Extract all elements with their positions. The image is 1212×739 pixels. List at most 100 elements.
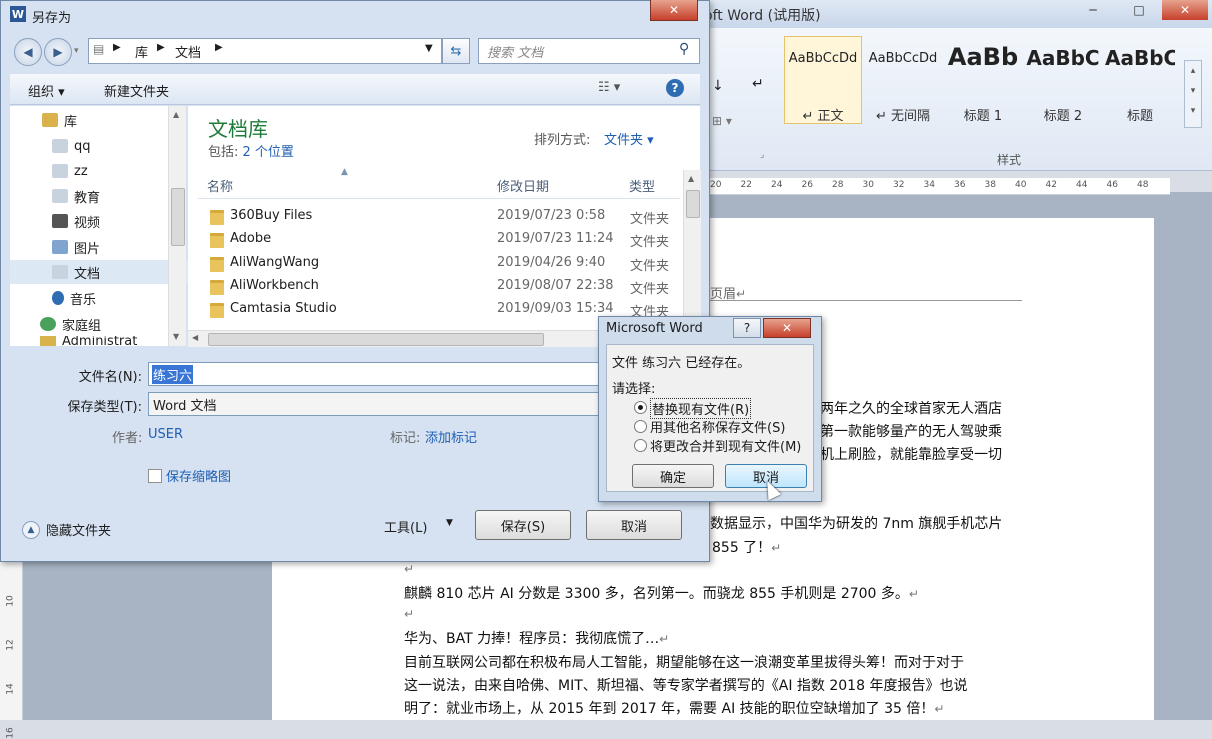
table-row[interactable]: AliWorkbench 2019/08/07 22:38 文件夹 — [206, 276, 682, 299]
dialog-launcher-icon[interactable]: ⌟ — [760, 150, 764, 160]
back-icon[interactable]: ◀ — [14, 38, 42, 66]
dialog-title: 另存为 — [32, 11, 72, 26]
scroll-up-icon[interactable]: ▲ — [173, 110, 179, 119]
paragraph-mark-icon: ↵ — [404, 562, 415, 576]
locations-link[interactable]: 2 个位置 — [243, 145, 294, 160]
file-name: Adobe — [230, 231, 272, 246]
ruler-number: 12 — [5, 639, 16, 651]
ruler-number: 34 — [923, 180, 935, 190]
filetype-select[interactable]: Word 文档 — [148, 392, 604, 416]
breadcrumb-library[interactable]: 库 — [135, 42, 148, 61]
new-folder-button[interactable]: 新建文件夹 — [104, 81, 169, 100]
scroll-left-icon[interactable]: ◀ — [192, 333, 198, 342]
breadcrumb-documents[interactable]: 文档 — [175, 42, 201, 61]
navigation-pane: 库 qq zz 教育 视频 图片 文档 音乐 家庭组 Administrat — [10, 106, 208, 346]
table-row[interactable]: Adobe 2019/07/23 11:24 文件夹 — [206, 229, 682, 252]
refresh-icon[interactable]: ⇆ — [442, 38, 470, 64]
minimize-icon[interactable]: ─ — [1070, 0, 1116, 20]
help-icon[interactable]: ? — [733, 318, 761, 338]
document-icon — [52, 164, 68, 178]
save-thumbnail-checkbox[interactable] — [148, 469, 162, 483]
view-options-icon[interactable]: ☷ ▾ — [598, 80, 620, 95]
option-replace[interactable]: 替换现有文件(R) — [632, 398, 802, 419]
file-type: 文件夹 — [630, 282, 670, 297]
help-icon[interactable]: ? — [666, 79, 684, 97]
ruler-number: 42 — [1045, 180, 1057, 190]
save-thumbnail-label[interactable]: 保存缩略图 — [166, 466, 231, 485]
recent-pages-icon[interactable]: ▾ — [74, 46, 79, 56]
scroll-thumb[interactable] — [171, 188, 185, 246]
close-icon[interactable]: ✕ — [650, 0, 698, 21]
choose-prompt: 请选择: — [612, 382, 656, 397]
close-icon[interactable]: ✕ — [1162, 0, 1208, 20]
author-label: 作者: — [112, 431, 143, 446]
table-row[interactable]: 360Buy Files 2019/07/23 0:58 文件夹 — [206, 206, 682, 229]
style-name: 标题 — [1126, 109, 1153, 124]
sort-icon[interactable]: ↓ — [712, 78, 724, 94]
hide-folders-label: 隐藏文件夹 — [46, 524, 112, 539]
paragraph-mark-icon[interactable]: ↵ — [752, 76, 764, 92]
scroll-up-icon[interactable]: ▲ — [688, 174, 694, 183]
picture-icon — [52, 240, 68, 254]
borders-icon[interactable]: ⊞ ▾ — [712, 114, 732, 128]
nav-label: 家庭组 — [62, 318, 102, 334]
styles-scroll-icon[interactable]: ▴ ▾ ▾ — [1184, 60, 1202, 128]
doc-line: 目前互联网公司都在积极布局人工智能，期望能够在这一浪潮变革里拔得头筹！而对于对于 — [404, 655, 964, 671]
file-type: 文件夹 — [630, 212, 670, 227]
ruler-number: 24 — [771, 180, 783, 190]
search-icon[interactable]: ⚲ — [679, 41, 689, 57]
ruler-number: 26 — [801, 180, 813, 190]
style-normal[interactable]: AaBbCcDd ↵ 正文 — [784, 36, 862, 124]
search-input[interactable]: 搜索 文档 ⚲ — [478, 38, 700, 64]
ok-button[interactable]: 确定 — [632, 464, 714, 488]
style-title[interactable]: AaBbC 标题 — [1104, 36, 1176, 124]
option-save-as-new[interactable]: 用其他名称保存文件(S) — [632, 417, 802, 436]
doc-line: 数据显示，中国华为研发的 7nm 旗舰手机芯片 — [710, 516, 1003, 532]
scroll-thumb[interactable] — [208, 333, 544, 346]
tags-value[interactable]: 添加标记 — [425, 427, 477, 446]
file-name: 360Buy Files — [230, 208, 313, 223]
address-bar[interactable]: ▤ ▶ 库 ▶ 文档 ▶ ▼ — [88, 38, 442, 64]
author-value[interactable]: USER — [148, 427, 183, 442]
filename-input[interactable]: 练习六 — [148, 362, 604, 386]
save-button[interactable]: 保存(S) — [475, 510, 571, 540]
maximize-icon[interactable]: □ — [1116, 0, 1162, 20]
style-heading-2[interactable]: AaBbC 标题 2 — [1024, 36, 1102, 124]
sort-arrow-icon: ▲ — [341, 167, 348, 177]
homegroup-icon — [40, 317, 56, 331]
chevron-down-icon[interactable]: ▼ — [446, 518, 453, 528]
style-heading-1[interactable]: AaBb 标题 1 — [944, 36, 1022, 124]
nav-label: 教育 — [74, 190, 101, 206]
column-header-name[interactable]: 名称 — [207, 176, 233, 195]
radio-icon — [634, 439, 647, 452]
ruler-number: 22 — [740, 180, 752, 190]
file-type: 文件夹 — [630, 235, 670, 250]
document-icon — [52, 265, 68, 279]
scroll-down-icon[interactable]: ▼ — [173, 332, 179, 341]
cancel-button[interactable]: 取消 — [586, 510, 682, 540]
chevron-right-icon: ▶ — [113, 42, 121, 53]
nav-label: zz — [74, 163, 88, 179]
ruler-number: 10 — [5, 595, 16, 607]
column-header-date[interactable]: 修改日期 — [497, 176, 549, 195]
sort-dropdown[interactable]: 文件夹 ▾ — [604, 129, 654, 148]
doc-line: 第一款能够量产的无人驾驶乘 — [820, 424, 1002, 440]
chevron-down-icon[interactable]: ▼ — [425, 43, 433, 54]
dialog-title: Microsoft Word — [606, 321, 703, 336]
nav-scrollbar[interactable]: ▲ ▼ — [168, 106, 186, 346]
scroll-thumb[interactable] — [686, 190, 700, 218]
hide-folders-toggle[interactable]: ▲ 隐藏文件夹 — [22, 520, 111, 539]
table-row[interactable]: AliWangWang 2019/04/26 9:40 文件夹 — [206, 253, 682, 276]
doc-line: 机上刷脸，就能靠脸享受一切 — [820, 447, 1002, 463]
organize-button[interactable]: 组织 ▾ — [28, 81, 65, 100]
column-header-type[interactable]: 类型 — [629, 176, 655, 195]
style-no-spacing[interactable]: AaBbCcDd ↵ 无间隔 — [864, 36, 942, 124]
close-icon[interactable]: ✕ — [763, 318, 811, 338]
forward-icon[interactable]: ▶ — [44, 38, 72, 66]
option-merge[interactable]: 将更改合并到现有文件(M) — [632, 436, 808, 455]
style-sample: AaBbC — [1105, 46, 1175, 70]
folder-icon — [210, 257, 224, 272]
file-list-hscrollbar[interactable]: ◀ — [188, 330, 600, 347]
chevron-up-icon: ▲ — [22, 520, 40, 539]
tools-dropdown[interactable]: 工具(L) — [384, 517, 427, 536]
